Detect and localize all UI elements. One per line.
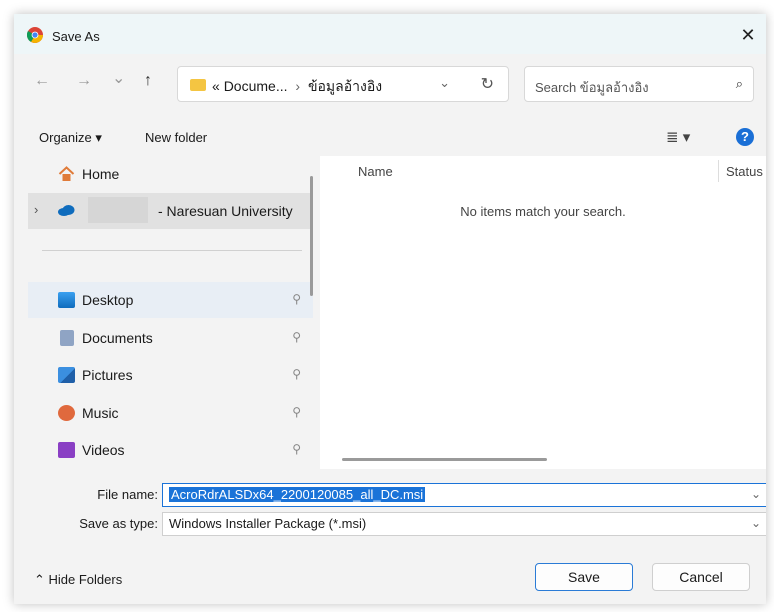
breadcrumb-current[interactable]: ข้อมูลอ้างอิง: [308, 78, 382, 94]
sidebar-item-music[interactable]: Music ⚲: [28, 395, 313, 431]
sidebar-scrollbar[interactable]: [310, 176, 313, 296]
save-as-type-value: Windows Installer Package (*.msi): [169, 516, 367, 531]
file-name-row: File name: AcroRdrALSDx64_2200120085_all…: [14, 483, 766, 507]
title-bar: Save As ✕: [14, 14, 766, 54]
sidebar-item-label: Videos: [82, 442, 125, 458]
chevron-down-icon[interactable]: ⌄: [751, 516, 761, 530]
sidebar-item-label: Desktop: [82, 292, 134, 308]
cancel-button[interactable]: Cancel: [652, 563, 750, 591]
save-as-type-label: Save as type:: [79, 516, 158, 531]
sidebar-item-videos[interactable]: Videos ⚲: [28, 432, 313, 468]
file-name-value[interactable]: AcroRdrALSDx64_2200120085_all_DC.msi: [169, 487, 426, 502]
up-arrow-icon[interactable]: ↑: [144, 72, 152, 90]
redacted-username: [88, 197, 148, 223]
sidebar-item-home[interactable]: Home: [28, 156, 313, 192]
pin-icon: ⚲: [292, 442, 301, 456]
save-as-type-row: Save as type: Windows Installer Package …: [14, 512, 766, 536]
sidebar-item-documents[interactable]: Documents ⚲: [28, 320, 313, 356]
command-bar: Organize ▾ New folder ≣ ▾ ?: [14, 124, 766, 154]
save-as-type-select[interactable]: Windows Installer Package (*.msi) ⌄: [162, 512, 766, 536]
help-icon[interactable]: ?: [736, 128, 754, 146]
sidebar-item-label: - Naresuan University: [158, 203, 293, 219]
recent-locations-icon[interactable]: ⌄: [112, 68, 125, 88]
search-icon[interactable]: ⌕: [736, 76, 743, 92]
new-folder-button[interactable]: New folder: [145, 130, 207, 145]
refresh-icon[interactable]: ↻: [481, 74, 494, 94]
folder-icon: [190, 79, 206, 91]
videos-icon: [58, 442, 75, 458]
chevron-down-icon[interactable]: ⌄: [439, 75, 450, 91]
file-name-field[interactable]: AcroRdrALSDx64_2200120085_all_DC.msi ⌄: [162, 483, 766, 507]
forward-arrow-icon[interactable]: →: [76, 72, 92, 90]
chevron-right-icon: ›: [295, 78, 301, 94]
sidebar-item-desktop[interactable]: Desktop ⚲: [28, 282, 313, 318]
breadcrumb[interactable]: « Docume... › ข้อมูลอ้างอิง: [212, 76, 382, 98]
empty-message: No items match your search.: [460, 204, 626, 219]
sidebar-item-label: Home: [82, 166, 120, 182]
expand-chevron-icon[interactable]: ›: [34, 202, 38, 217]
column-header-status[interactable]: Status: [726, 164, 763, 179]
breadcrumb-documents[interactable]: Docume...: [224, 78, 288, 94]
save-button[interactable]: Save: [535, 563, 633, 591]
pin-icon: ⚲: [292, 330, 301, 344]
desktop-icon: [58, 292, 75, 308]
pin-icon: ⚲: [292, 405, 301, 419]
divider: [42, 250, 302, 251]
address-bar[interactable]: « Docume... › ข้อมูลอ้างอิง ⌄ ↻: [177, 66, 509, 102]
back-arrow-icon[interactable]: ←: [34, 72, 50, 90]
search-input[interactable]: Search ข้อมูลอ้างอิง ⌕: [524, 66, 754, 102]
organize-button[interactable]: Organize ▾: [39, 130, 102, 146]
dialog-title: Save As: [52, 29, 100, 44]
sidebar-item-label: Music: [82, 405, 119, 421]
search-placeholder: Search ข้อมูลอ้างอิง: [535, 80, 649, 95]
file-name-label: File name:: [97, 487, 158, 502]
horizontal-scrollbar[interactable]: [342, 458, 547, 461]
column-header-name[interactable]: Name: [358, 164, 393, 179]
music-icon: [58, 405, 75, 421]
home-icon: [58, 166, 75, 181]
close-button[interactable]: ✕: [734, 22, 762, 48]
documents-icon: [60, 330, 74, 346]
chevron-down-icon[interactable]: ⌄: [751, 487, 761, 501]
sidebar-item-onedrive[interactable]: › - Naresuan University: [28, 193, 313, 229]
navigation-pane: Home › - Naresuan University Desktop ⚲ D…: [28, 156, 313, 469]
column-divider[interactable]: [718, 160, 719, 182]
sidebar-item-label: Documents: [82, 330, 153, 346]
save-as-dialog: Save As ✕ ← → ⌄ ↑ « Docume... › ข้อมูลอ้…: [14, 14, 766, 604]
sidebar-item-pictures[interactable]: Pictures ⚲: [28, 357, 313, 393]
hide-folders-button[interactable]: ⌃ Hide Folders: [34, 572, 122, 588]
sidebar-item-label: Pictures: [82, 367, 133, 383]
chrome-icon: [27, 27, 43, 43]
file-list: Name Status No items match your search.: [320, 156, 766, 469]
pictures-icon: [58, 367, 75, 383]
view-options-icon[interactable]: ≣ ▾: [666, 128, 690, 146]
pin-icon: ⚲: [292, 292, 301, 306]
onedrive-cloud-icon: [58, 205, 75, 216]
breadcrumb-overflow[interactable]: «: [212, 78, 220, 94]
pin-icon: ⚲: [292, 367, 301, 381]
